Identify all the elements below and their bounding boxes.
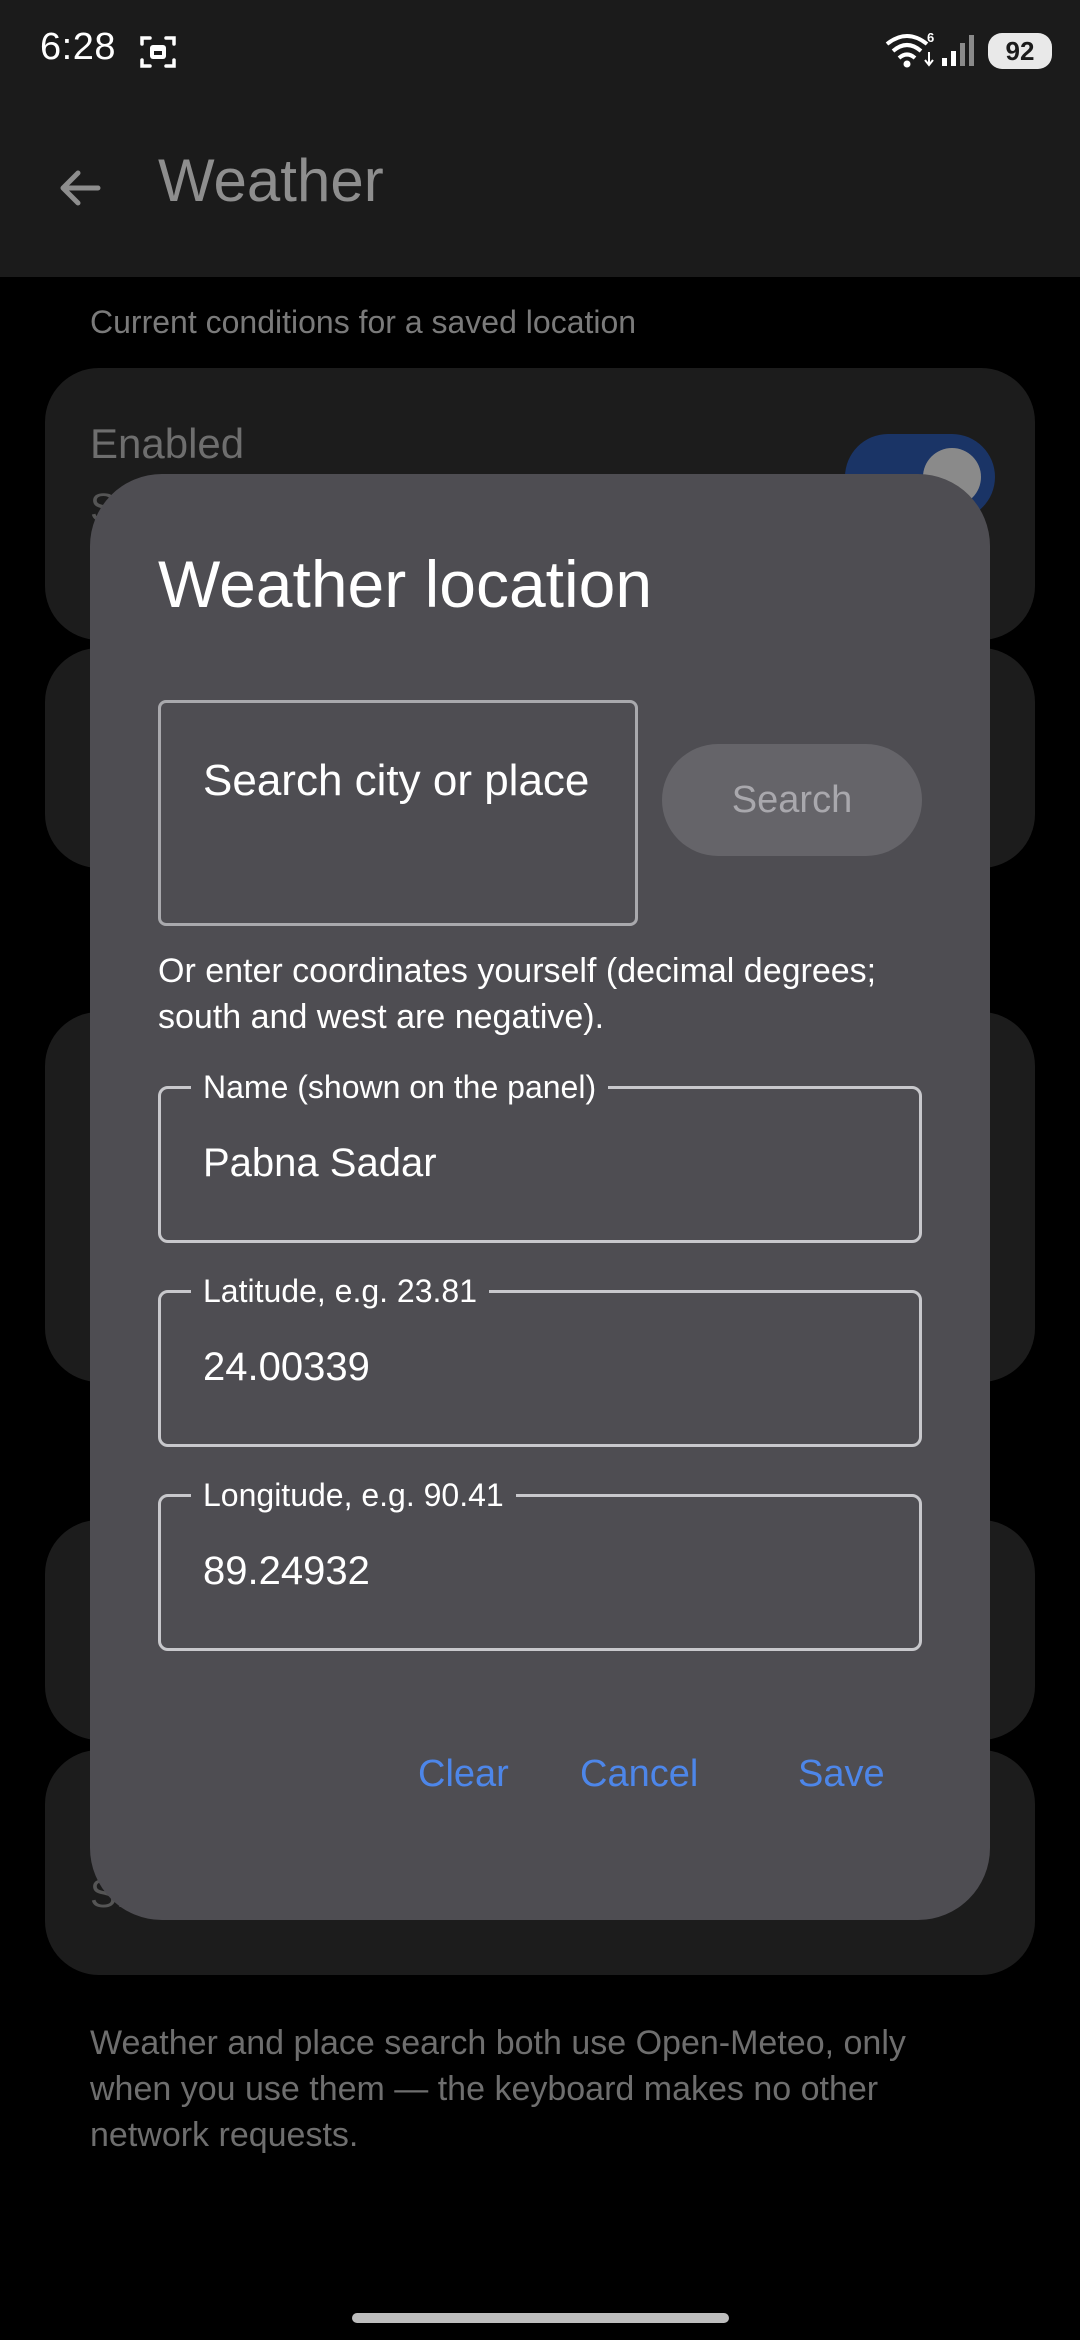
status-time: 6:28 [40,26,116,68]
coordinates-hint: Or enter coordinates yourself (decimal d… [158,952,877,1036]
status-bar: 6:28 6 92 [0,0,1080,100]
wifi-badge: 6 [927,30,934,45]
longitude-field-value: 89.24932 [203,1549,370,1593]
home-indicator[interactable] [352,2313,729,2323]
cancel-button[interactable]: Cancel [580,1744,698,1804]
latitude-field-value: 24.00339 [203,1345,370,1389]
weather-location-dialog: Weather location Search city or place Se… [90,474,990,1920]
search-placeholder: Search city or place [203,756,590,805]
dialog-title: Weather location [158,547,653,621]
section-subtitle: Current conditions for a saved location [90,304,637,340]
search-input[interactable]: Search city or place [158,700,638,926]
footnote: Weather and place search both use Open-M… [90,2024,906,2154]
longitude-field-label: Longitude, e.g. 90.41 [191,1475,516,1515]
enabled-label: Enabled [90,420,245,467]
back-arrow-icon[interactable] [52,160,108,216]
app-bar: Weather [0,100,1080,277]
name-field[interactable]: Name (shown on the panel) Pabna Sadar [158,1067,922,1243]
page-title: Weather [158,147,384,214]
latitude-field[interactable]: Latitude, e.g. 23.81 24.00339 [158,1271,922,1447]
save-button[interactable]: Save [798,1744,885,1804]
name-field-value: Pabna Sadar [203,1141,437,1185]
latitude-field-label: Latitude, e.g. 23.81 [191,1271,489,1311]
longitude-field[interactable]: Longitude, e.g. 90.41 89.24932 [158,1475,922,1651]
battery-icon: 92 [988,33,1052,69]
screen-record-icon [140,36,176,68]
signal-icon [942,35,974,66]
search-button[interactable]: Search [662,744,922,856]
clear-button[interactable]: Clear [418,1744,509,1804]
name-field-label: Name (shown on the panel) [191,1067,609,1107]
wifi-icon: 6 [885,30,934,68]
